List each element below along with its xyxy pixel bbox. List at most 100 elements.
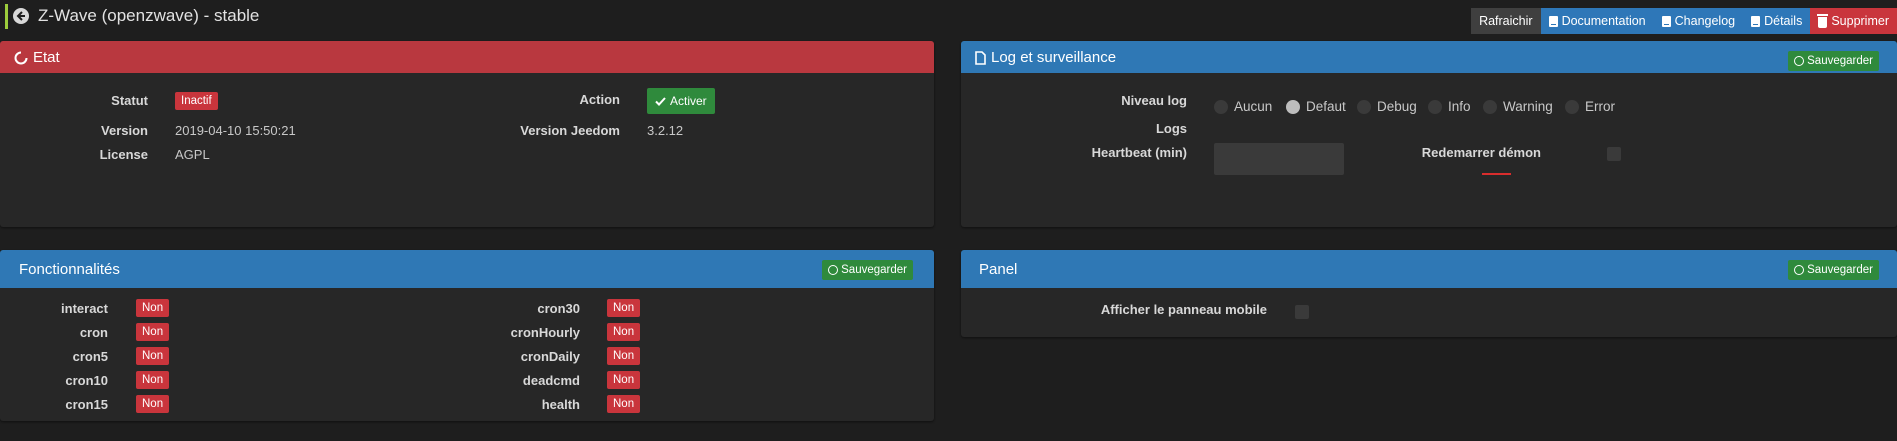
fonctionnalites-header: Fonctionnalités Sauvegarder (0, 250, 934, 288)
version-jeedom-value: 3.2.12 (647, 123, 684, 138)
etat-title-text: Etat (33, 49, 60, 66)
radio-debug[interactable]: Debug (1357, 99, 1417, 114)
etat-title: Etat (14, 49, 60, 66)
radio-info[interactable]: Info (1428, 99, 1471, 114)
mobile-panel-checkbox[interactable] (1295, 305, 1309, 319)
check-circle-icon (1794, 56, 1805, 66)
check-circle-icon (828, 265, 839, 275)
panel-header: Panel Sauvegarder (961, 250, 1897, 288)
refresh-label: Rafraichir (1479, 14, 1533, 28)
license-value: AGPL (175, 147, 210, 162)
changelog-button[interactable]: Changelog (1653, 8, 1744, 34)
book-icon (1661, 15, 1671, 27)
radio-label: Error (1585, 99, 1615, 114)
radio-circle (1214, 99, 1228, 114)
delete-button[interactable]: Supprimer (1810, 8, 1897, 34)
documentation-button[interactable]: Documentation (1540, 8, 1654, 34)
top-bar: Z-Wave (openzwave) - stable Rafraichir D… (0, 0, 1897, 35)
trash-icon (1817, 13, 1829, 28)
fonctionnalites-title: Fonctionnalités (19, 261, 120, 278)
feature-value-badge[interactable]: Non (136, 299, 170, 317)
panel-title: Panel (979, 261, 1018, 278)
radio-error[interactable]: Error (1565, 99, 1615, 114)
radio-label: Aucun (1234, 99, 1273, 114)
panel-save-button[interactable]: Sauvegarder (1788, 260, 1879, 280)
accent-bar (5, 4, 8, 29)
toolbar: Rafraichir Documentation Changelog Détai… (1471, 8, 1897, 34)
restart-daemon-checkbox[interactable] (1607, 147, 1621, 161)
statut-badge: Inactif (175, 92, 218, 110)
radio-circle (1565, 99, 1579, 114)
radio-circle (1428, 99, 1442, 114)
radio-circle (1483, 99, 1497, 114)
action-label: Action (579, 92, 620, 107)
radio-circle-selected (1286, 99, 1300, 114)
book-icon (1548, 15, 1558, 27)
heartbeat-input[interactable] (1214, 143, 1344, 175)
feature-name: interact (61, 301, 108, 316)
documentation-label: Documentation (1561, 14, 1646, 28)
radio-defaut[interactable]: Defaut (1286, 99, 1346, 114)
feature-name: cronDaily (520, 349, 580, 364)
refresh-button[interactable]: Rafraichir (1471, 8, 1541, 34)
heartbeat-label: Heartbeat (min) (1091, 145, 1187, 160)
page-title: Z-Wave (openzwave) - stable (38, 6, 260, 25)
feature-name: cron30 (537, 301, 580, 316)
log-save-label: Sauvegarder (1807, 55, 1873, 67)
activate-button[interactable]: Activer (647, 88, 715, 114)
feature-value-badge[interactable]: Non (607, 371, 641, 389)
radio-warning[interactable]: Warning (1483, 99, 1553, 114)
feature-value-badge[interactable]: Non (607, 395, 641, 413)
radio-aucun[interactable]: Aucun (1214, 99, 1272, 114)
delete-label: Supprimer (1831, 14, 1889, 28)
log-panel-header: Log et surveillance Sauvegarder (961, 41, 1897, 73)
feature-name: cron5 (72, 349, 108, 364)
feature-value-badge[interactable]: Non (136, 395, 170, 413)
refresh-circle-icon (14, 51, 28, 64)
fonctionnalites-panel: Fonctionnalités Sauvegarder interact Non… (0, 250, 934, 421)
mobile-panel-label: Afficher le panneau mobile (1100, 302, 1267, 317)
panel-save-label: Sauvegarder (1807, 264, 1873, 276)
log-save-button[interactable]: Sauvegarder (1788, 51, 1879, 71)
check-circle-icon (1794, 265, 1805, 275)
radio-label: Warning (1503, 99, 1553, 114)
log-title: Log et surveillance (975, 49, 1116, 66)
feature-name: cron15 (65, 397, 108, 412)
feature-value-badge[interactable]: Non (607, 323, 641, 341)
radio-circle (1357, 99, 1371, 114)
radio-label: Info (1448, 99, 1471, 114)
feature-value-badge[interactable]: Non (136, 371, 170, 389)
feature-value-badge[interactable]: Non (607, 299, 641, 317)
log-panel: Log et surveillance Sauvegarder Niveau l… (961, 41, 1897, 227)
feature-name: deadcmd (522, 373, 580, 388)
details-button[interactable]: Détails (1743, 8, 1811, 34)
back-arrow-icon[interactable] (13, 8, 29, 24)
feature-name: health (541, 397, 580, 412)
statut-label: Statut (111, 93, 148, 108)
check-icon (655, 96, 666, 106)
feature-value-badge[interactable]: Non (136, 323, 170, 341)
details-label: Détails (1764, 14, 1803, 28)
feature-name: cron (79, 325, 108, 340)
fonctionnalites-save-label: Sauvegarder (841, 264, 907, 276)
book-icon (1751, 15, 1761, 27)
etat-panel: Etat Statut Inactif Action Activer Versi… (0, 41, 934, 227)
error-underline (1482, 173, 1511, 175)
radio-label: Debug (1377, 99, 1417, 114)
etat-panel-header: Etat (0, 41, 934, 73)
feature-name: cronHourly (510, 325, 580, 340)
activate-label: Activer (670, 94, 707, 108)
feature-value-badge[interactable]: Non (607, 347, 641, 365)
file-icon (975, 50, 986, 65)
license-label: License (99, 147, 148, 162)
version-label: Version (101, 123, 148, 138)
version-jeedom-label: Version Jeedom (520, 123, 620, 138)
version-value: 2019-04-10 15:50:21 (175, 123, 296, 138)
feature-name: cron10 (65, 373, 108, 388)
log-title-text: Log et surveillance (991, 49, 1117, 66)
panel-panel: Panel Sauvegarder Afficher le panneau mo… (961, 250, 1897, 337)
fonctionnalites-save-button[interactable]: Sauvegarder (822, 260, 913, 280)
radio-label: Defaut (1306, 99, 1346, 114)
feature-value-badge[interactable]: Non (136, 347, 170, 365)
changelog-label: Changelog (1674, 14, 1736, 28)
